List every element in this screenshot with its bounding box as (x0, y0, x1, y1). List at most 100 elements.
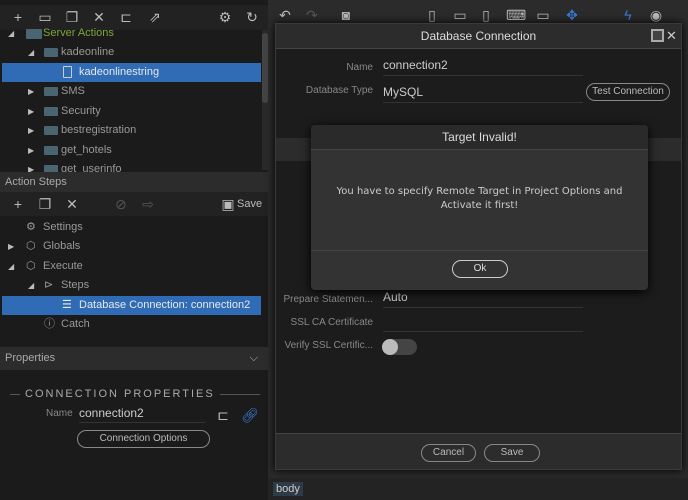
step-label: Settings (43, 221, 83, 233)
properties-header[interactable]: Properties ⌵ (0, 347, 268, 370)
name-input[interactable]: connection2 (79, 406, 205, 423)
tree-item[interactable]: ◢ kadeonline (2, 43, 261, 62)
folder-icon (44, 126, 58, 135)
left-panel: + ▭ ❐ ✕ ⊏ ⇗ ⚙ ↻ ◢ Server Actions ◢ kadeonl… (0, 0, 268, 500)
tree-item[interactable]: ▶ Security (2, 102, 261, 121)
step-label: Globals (43, 240, 81, 252)
tree-item-label: kadeonline (61, 46, 115, 58)
link-icon[interactable]: 🔗︎ (241, 408, 259, 422)
laptop-icon[interactable]: ⌨ (506, 8, 526, 22)
verify-ssl-label: Verify SSL Certific... (284, 340, 373, 351)
save-button[interactable]: Save (237, 198, 262, 210)
tree-root[interactable]: ◢ Server Actions (2, 24, 261, 43)
folder-icon[interactable]: ▭ (37, 10, 53, 24)
tree-item-label: get_userinfo (61, 163, 122, 172)
step-label: Database Connection: connection2 (79, 299, 251, 311)
move-icon[interactable]: ✥ (564, 8, 580, 22)
cancel-button[interactable]: Cancel (421, 444, 476, 462)
cube-icon: ⬡ (26, 240, 36, 252)
copy-icon[interactable]: ❐ (64, 10, 80, 24)
lightning-icon[interactable]: ϟ (620, 8, 636, 22)
step-item-selected[interactable]: ☰ Database Connection: connection2 (2, 296, 261, 315)
verify-ssl-toggle[interactable] (382, 339, 417, 355)
name-label: Name (46, 408, 73, 419)
name-input[interactable]: connection2 (383, 58, 583, 76)
tree-item[interactable]: ▶ SMS (2, 82, 261, 101)
tree-item[interactable]: ▶ get_userinfo (2, 160, 261, 172)
ok-button[interactable]: Ok (452, 260, 508, 278)
tree-item-label: kadeonlinestring (79, 66, 160, 78)
cube-icon: ⬡ (26, 260, 36, 272)
eye-icon[interactable]: ◉ (648, 8, 664, 22)
folder-icon (44, 87, 58, 96)
step-item[interactable]: ⚙ Settings (2, 218, 261, 237)
tree-item-label: get_hotels (61, 144, 112, 156)
tree-item[interactable]: ▶ bestregistration (2, 121, 261, 140)
maximize-icon[interactable] (651, 29, 664, 42)
folder-open-icon[interactable]: ⊏ (215, 408, 231, 422)
step-label: Catch (61, 318, 90, 330)
phone-icon[interactable]: ▯ (424, 8, 440, 22)
database-type-label: Database Type (305, 85, 373, 96)
disable-icon[interactable]: ⊘ (113, 197, 129, 211)
undo-icon[interactable]: ↶ (277, 8, 293, 22)
ssl-ca-input[interactable] (383, 314, 583, 332)
step-item[interactable]: ▶ ⬡ Globals (2, 237, 261, 256)
tree-item-label: Security (61, 105, 101, 117)
properties-title: Properties (5, 352, 56, 364)
camera-icon[interactable]: ◙ (338, 8, 354, 22)
alert-icon: ⓘ (44, 318, 55, 330)
database-icon: ☰ (62, 299, 72, 311)
connection-options-button[interactable]: Connection Options (77, 430, 210, 448)
folder-icon (44, 165, 58, 172)
alert-title: Target Invalid! (311, 125, 648, 150)
name-label: Name (346, 62, 373, 73)
gear-icon[interactable]: ⚙ (217, 10, 233, 24)
status-bar: body (268, 478, 688, 500)
save-icon[interactable]: ▣ (220, 197, 236, 211)
desktop-icon[interactable]: ▭ (535, 8, 551, 22)
folder-icon (44, 146, 58, 155)
tablet-landscape-icon[interactable]: ▭ (452, 8, 468, 22)
redo-icon[interactable]: ↷ (304, 8, 320, 22)
step-item[interactable]: ◢ ⊳ Steps (2, 276, 261, 295)
prepare-statement-select[interactable]: Auto (383, 290, 583, 308)
tree-root-label: Server Actions (43, 27, 114, 39)
tree-item[interactable]: ▶ get_hotels (2, 141, 261, 160)
step-item[interactable]: ◢ ⬡ Execute (2, 257, 261, 276)
step-item[interactable]: ⓘ Catch (2, 315, 261, 334)
file-icon (63, 66, 72, 78)
folder-open-icon[interactable]: ⊏ (118, 10, 134, 24)
step-label: Execute (43, 260, 83, 272)
play-icon: ⊳ (44, 279, 54, 291)
tree-scrollbar[interactable] (262, 30, 268, 170)
tree-item-selected[interactable]: kadeonlinestring (2, 63, 261, 82)
dialog-footer (276, 433, 681, 469)
tree-item-label: bestregistration (61, 124, 137, 136)
folder-icon (44, 48, 58, 57)
section-title: CONNECTION PROPERTIES (20, 388, 220, 400)
dialog-title: Database Connection (276, 24, 681, 49)
steps-toolbar: + ❐ ✕ ⊘ ⇨ ▣ Save (0, 192, 268, 216)
close-icon[interactable]: ✕ (666, 28, 677, 44)
prepare-statement-label: Prepare Statemen... (283, 294, 374, 305)
plus-icon[interactable]: + (10, 197, 26, 211)
folder-icon (44, 107, 58, 116)
close-icon[interactable]: ✕ (91, 10, 107, 24)
tree-item-label: SMS (61, 85, 85, 97)
test-connection-button[interactable]: Test Connection (586, 83, 670, 101)
copy-icon[interactable]: ❐ (37, 197, 53, 211)
tablet-icon[interactable]: ▯ (478, 8, 494, 22)
element-tag[interactable]: body (273, 482, 303, 496)
action-steps-header: Action Steps (0, 172, 268, 192)
step-label: Steps (61, 279, 90, 291)
export-icon[interactable]: ⇗ (147, 10, 163, 24)
chevron-down-icon[interactable]: ⌵ (250, 347, 258, 370)
move-out-icon[interactable]: ⇨ (140, 197, 156, 211)
plus-icon[interactable]: + (10, 10, 26, 24)
divider (311, 250, 648, 251)
database-type-select[interactable]: MySQL (383, 85, 583, 103)
save-button[interactable]: Save (484, 444, 540, 462)
close-icon[interactable]: ✕ (64, 197, 80, 211)
refresh-icon[interactable]: ↻ (244, 10, 260, 24)
